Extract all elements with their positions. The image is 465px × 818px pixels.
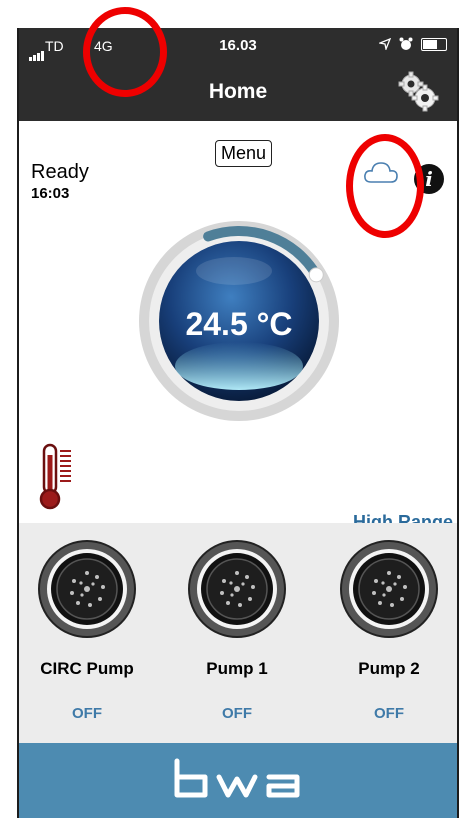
battery-icon <box>421 37 447 51</box>
pump-name: Pump 2 <box>358 659 420 678</box>
thermometer-icon <box>39 443 71 510</box>
menu-button[interactable]: Menu <box>215 140 273 167</box>
nav-bar: Home <box>19 63 457 121</box>
location-arrow-icon <box>379 38 391 50</box>
annotation-circle-network <box>83 7 167 97</box>
pump-state[interactable]: OFF <box>167 705 307 722</box>
pump-state[interactable]: OFF <box>19 705 157 722</box>
pump-button-icon[interactable] <box>187 539 287 639</box>
pump-name: Pump 1 <box>206 659 268 678</box>
page-title: Home <box>208 80 268 103</box>
pump-button-icon[interactable] <box>339 539 439 639</box>
pump-circ: CIRC Pump OFF <box>19 523 157 743</box>
status-time: 16:03 <box>31 185 70 202</box>
pump-row: CIRC Pump OFF Pump 1 OFF Pump 2 OFF <box>19 523 457 743</box>
pump-2: Pump 2 OFF <box>319 523 457 743</box>
status-text: Ready <box>31 161 89 183</box>
pump-1: Pump 1 OFF <box>167 523 307 743</box>
temperature-dial[interactable] <box>134 216 344 426</box>
pump-button-icon[interactable] <box>37 539 137 639</box>
alarm-icon <box>399 37 413 50</box>
gears-icon[interactable] <box>397 70 439 112</box>
footer-bar <box>19 743 457 818</box>
pump-state[interactable]: OFF <box>319 705 457 722</box>
bwa-logo <box>174 758 300 798</box>
annotation-circle-cloud <box>346 134 424 238</box>
pump-name: CIRC Pump <box>40 659 134 678</box>
